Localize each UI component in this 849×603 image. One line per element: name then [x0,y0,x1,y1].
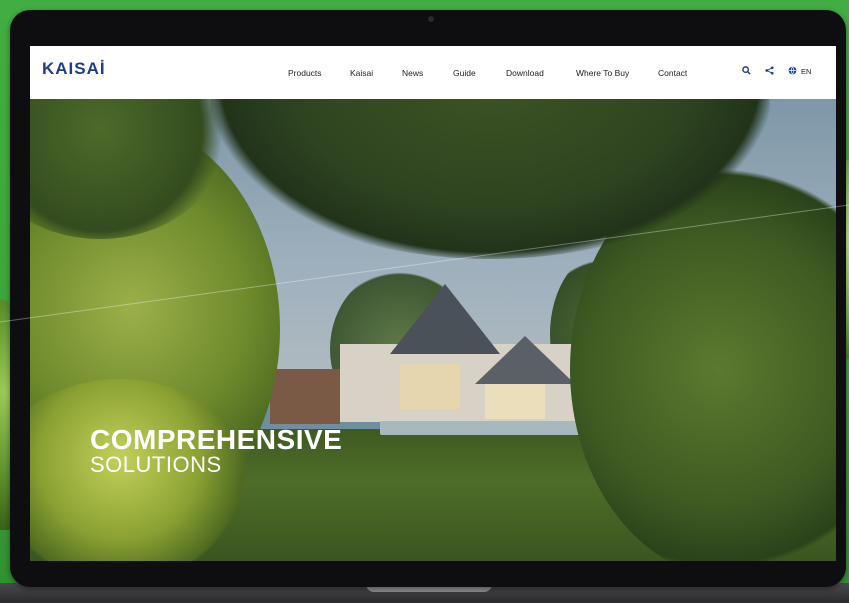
house-roof [475,336,575,384]
kaisai-logo[interactable]: KAISAİ [42,59,106,79]
house-window [400,364,460,409]
nav-guide[interactable]: Guide [453,68,476,78]
search-icon[interactable] [742,66,751,77]
laptop-screen: KAISAİ Products Kaisai News Guide Downlo… [30,46,836,561]
language-selector[interactable]: EN [801,67,811,76]
nav-contact[interactable]: Contact [658,68,687,78]
hero-section: COMPREHENSIVE SOLUTIONS [30,46,836,561]
laptop-frame: KAISAİ Products Kaisai News Guide Downlo… [10,10,846,587]
share-icon[interactable] [765,66,774,77]
hero-subtitle: SOLUTIONS [90,452,222,477]
camera-icon [428,16,434,22]
nav-where-to-buy[interactable]: Where To Buy [576,68,629,78]
nav-kaisai[interactable]: Kaisai [350,68,373,78]
nav-download[interactable]: Download [506,68,544,78]
house-window [485,384,545,419]
side-building [270,369,340,424]
globe-icon[interactable] [788,66,797,77]
nav-products[interactable]: Products [288,68,322,78]
hero-pool [380,421,590,435]
nav-news[interactable]: News [402,68,423,78]
site-header: KAISAİ Products Kaisai News Guide Downlo… [30,46,836,99]
